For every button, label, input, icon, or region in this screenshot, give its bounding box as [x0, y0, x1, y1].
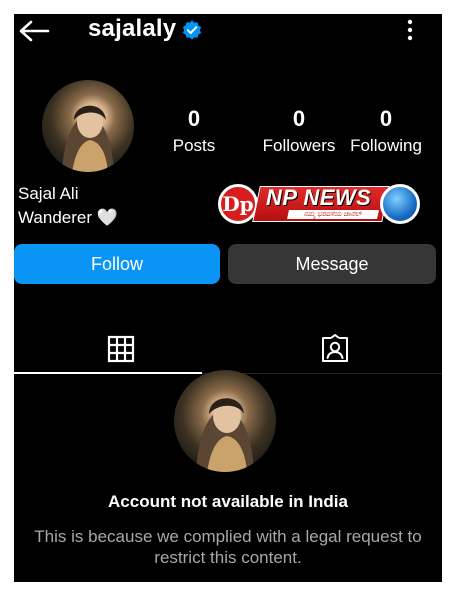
profile-avatar[interactable]	[42, 80, 134, 172]
bio-display-name: Sajal Ali	[18, 184, 79, 203]
tab-tagged[interactable]	[228, 326, 442, 372]
restricted-profile-avatar	[174, 370, 276, 472]
following-count[interactable]: 0 Following	[344, 106, 428, 158]
profile-screen: sajalaly 0 Posts 0 Followers 0 Following…	[14, 14, 442, 582]
profile-username: sajalaly	[88, 15, 177, 42]
message-button[interactable]: Message	[228, 244, 436, 284]
tagged-person-icon	[322, 334, 348, 362]
restriction-title: Account not available in India	[108, 492, 348, 511]
np-logo-title: NP NEWS	[266, 185, 372, 210]
posts-count-label: Posts	[172, 136, 216, 155]
following-count-value: 0	[379, 106, 393, 131]
followers-count-value: 0	[292, 106, 306, 131]
tab-posts-grid[interactable]	[14, 326, 228, 372]
verified-badge-icon	[182, 20, 202, 40]
top-bar: sajalaly	[14, 14, 442, 48]
np-logo-tagline: ನಮ್ಮ ಭರವಸೆಯ ಚಾನೆಲ್	[287, 210, 379, 219]
posts-count[interactable]: 0 Posts	[164, 106, 224, 158]
avatar-portrait-image	[62, 105, 114, 172]
followers-count-label: Followers	[262, 136, 336, 155]
np-news-watermark-logo: Dp NP NEWS ನಮ್ಮ ಭರವಸೆಯ ಚಾನೆಲ್	[218, 182, 420, 226]
restriction-message: This is because we complied with a legal…	[34, 527, 422, 567]
back-arrow-icon[interactable]	[18, 20, 50, 42]
grid-icon	[107, 335, 135, 363]
avatar-portrait-image-large	[196, 398, 254, 472]
more-options-icon[interactable]	[402, 18, 418, 42]
following-count-label: Following	[350, 136, 422, 155]
bio-text: Wanderer 🤍	[18, 208, 118, 227]
follow-button[interactable]: Follow	[14, 244, 220, 284]
active-tab-indicator	[14, 372, 202, 374]
followers-count[interactable]: 0 Followers	[246, 106, 352, 158]
posts-count-value: 0	[187, 106, 201, 131]
globe-icon	[380, 184, 420, 224]
